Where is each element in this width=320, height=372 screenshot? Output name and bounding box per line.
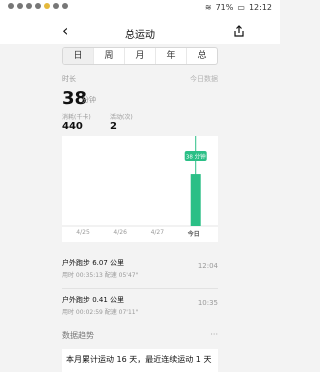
status-icons-right: ≋ 71% ▭ 12:12 [205, 3, 272, 12]
notification-icon [26, 3, 32, 9]
chart-tick-label: 4/25 [76, 229, 90, 236]
calories-label: 消耗(千卡) [62, 114, 91, 121]
share-icon[interactable] [233, 25, 245, 37]
notification-icon [35, 3, 41, 9]
duration-unit: 分钟 [82, 96, 96, 104]
divider [62, 288, 218, 289]
period-tabs: 日 周 月 年 总 [62, 47, 218, 65]
chart-bar [190, 174, 201, 226]
notification-icon [62, 3, 68, 9]
clock: 12:12 [248, 3, 272, 12]
chart-tick-label: 4/26 [113, 229, 127, 236]
notification-icon [53, 3, 59, 9]
activities-label: 活动(次) [110, 114, 133, 121]
notification-icon [17, 3, 23, 9]
activities-value: 2 [110, 121, 117, 132]
chart-tick-label: 今日 [187, 231, 200, 238]
workout-title: 户外跑步 0.41 公里 [62, 296, 125, 304]
tab-week[interactable]: 周 [93, 48, 124, 64]
tab-day[interactable]: 日 [63, 48, 93, 64]
duration-chart[interactable]: 38 分钟 4/25 4/26 4/27 今日 [62, 136, 218, 242]
workout-detail: 用时 00:02:59 配速 07'11" [62, 309, 139, 316]
workout-item[interactable]: 户外跑步 6.07 公里 用时 00:35:13 配速 05'47" 12:04 [62, 254, 218, 288]
today-data-link[interactable]: 今日数据 [190, 74, 218, 84]
trend-title: 数据趋势 [62, 331, 94, 340]
chart-plot: 38 分钟 [62, 136, 218, 227]
tab-month[interactable]: 月 [124, 48, 155, 64]
trend-text: 本月累计运动 16 天，最近连续运动 1 天 [66, 355, 212, 364]
chart-tick-label: 4/27 [150, 229, 165, 236]
workout-title: 户外跑步 6.07 公里 [62, 259, 125, 267]
workout-time: 10:35 [197, 299, 218, 307]
workout-time: 12:04 [197, 262, 218, 270]
workout-detail: 用时 00:35:13 配速 05'47" [62, 272, 139, 279]
battery-text: 71% [215, 3, 234, 12]
chart-tooltip-text: 38 分钟 [186, 153, 206, 161]
wifi-icon: ≋ [204, 3, 212, 12]
calories-value: 440 [62, 121, 83, 132]
notification-icon [44, 3, 50, 9]
workout-item[interactable]: 户外跑步 0.41 公里 用时 00:02:59 配速 07'11" 10:35 [62, 291, 218, 325]
battery-icon: ▭ [237, 3, 245, 12]
status-icons-left [8, 3, 68, 9]
notification-icon [8, 3, 14, 9]
metric-label: 时长 [62, 75, 76, 83]
tab-year[interactable]: 年 [155, 48, 186, 64]
tab-total[interactable]: 总 [186, 48, 217, 64]
trend-more-button[interactable]: ··· [210, 330, 218, 339]
